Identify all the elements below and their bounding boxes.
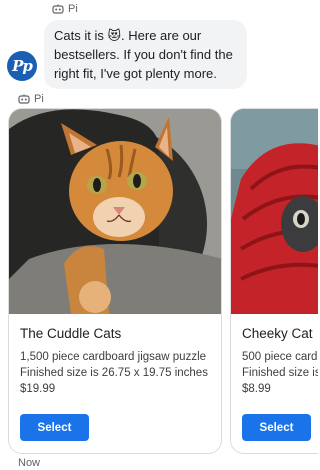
sender-name: Pi (68, 3, 78, 15)
product-desc-line: 1,500 piece cardboard jigsaw puzzle (20, 351, 207, 363)
product-title: Cheeky Cat (242, 326, 313, 341)
product-desc-line: Finished size is 26.75 x 19.75 inches (20, 367, 208, 379)
cat-in-red-knit-hat-photo (231, 109, 318, 314)
product-card[interactable]: The Cuddle Cats 1,500 piece cardboard ji… (8, 108, 222, 454)
message-sender: Pi (52, 3, 78, 15)
pi-agent-icon (18, 94, 30, 104)
product-title: The Cuddle Cats (20, 326, 122, 341)
product-description: 1,500 piece cardboard jigsaw puzzle Fini… (20, 349, 208, 397)
select-button[interactable]: Select (20, 414, 89, 441)
product-price: $19.99 (20, 383, 56, 395)
heart-eyes-cat-emoji: 😻 (107, 28, 122, 43)
product-description: 500 piece card Finished size is $8.99 (242, 349, 318, 397)
product-card[interactable]: Cheeky Cat 500 piece card Finished size … (230, 108, 318, 454)
message-timestamp: Now (18, 457, 41, 469)
avatar: Pp (7, 51, 37, 81)
product-price: $8.99 (242, 383, 271, 395)
product-carousel[interactable]: The Cuddle Cats 1,500 piece cardboard ji… (0, 108, 318, 454)
avatar-initials: Pp (12, 57, 33, 75)
product-desc-line: 500 piece card (242, 351, 318, 363)
select-button[interactable]: Select (242, 414, 311, 441)
pi-agent-icon (52, 4, 64, 14)
message-bubble: Cats it is 😻. Here are our bestsellers. … (44, 20, 247, 89)
orange-tabby-cat-photo (9, 109, 221, 314)
product-desc-line: Finished size is (242, 367, 318, 379)
message-text-start: Cats it is (54, 28, 108, 43)
carousel-sender: Pi (18, 93, 44, 105)
sender-name: Pi (34, 93, 44, 105)
